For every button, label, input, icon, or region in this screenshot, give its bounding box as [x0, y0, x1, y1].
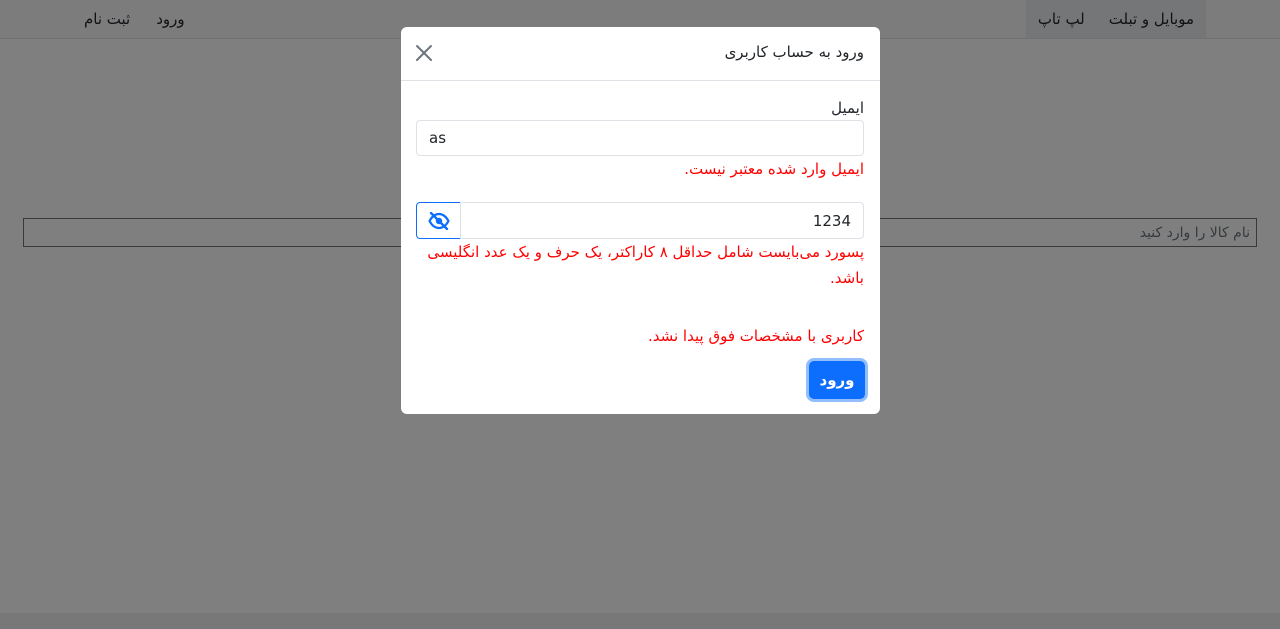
password-input[interactable] [460, 202, 864, 239]
close-icon [416, 45, 432, 61]
eye-slash-icon [427, 211, 450, 230]
login-error: کاربری با مشخصات فوق پیدا نشد. [647, 327, 864, 345]
modal-title: ورود به حساب کاربری [724, 43, 864, 61]
login-submit-button[interactable]: ورود [809, 361, 865, 399]
email-error: ایمیل وارد شده معتبر نیست. [684, 160, 864, 178]
close-button[interactable] [413, 42, 435, 64]
password-group [416, 202, 864, 239]
email-label: ایمیل [831, 99, 864, 117]
login-modal: ورود به حساب کاربری ایمیل ایمیل وارد شده… [401, 27, 880, 414]
email-input[interactable] [416, 120, 864, 156]
password-error: پسورد می‌بایست شامل حداقل ۸ کاراکتر، یک … [427, 243, 864, 287]
toggle-password-button[interactable] [416, 202, 461, 239]
modal-header: ورود به حساب کاربری [401, 27, 880, 81]
